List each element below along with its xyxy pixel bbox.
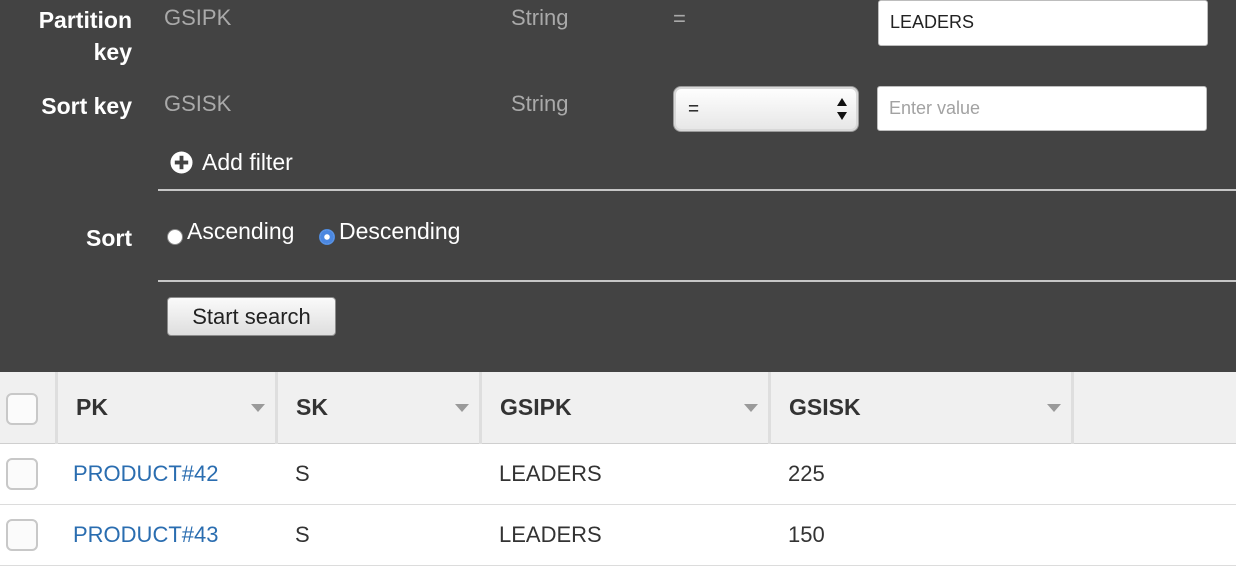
table-row: PRODUCT#42 S LEADERS 225 [0, 444, 1236, 505]
pk-link[interactable]: PRODUCT#43 [73, 521, 218, 549]
sort-ascending-radio[interactable] [167, 228, 183, 245]
sort-key-operator-value: = [688, 99, 700, 120]
sort-key-label: Sort key [41, 93, 132, 119]
partition-key-type: String [511, 5, 569, 30]
sort-key-value-input[interactable]: Enter value [877, 86, 1207, 131]
sort-descending-label: Descending [339, 218, 461, 244]
partition-key-value-input[interactable]: LEADERS [878, 0, 1208, 46]
sort-ascending-option[interactable]: Ascending [167, 218, 294, 245]
partition-key-attribute: GSIPK [164, 5, 232, 30]
row-checkbox[interactable] [6, 519, 38, 551]
sort-ascending-label: Ascending [187, 218, 295, 244]
column-header-gsisk[interactable]: GSISK [771, 372, 1074, 444]
add-filter-label: Add filter [202, 148, 293, 175]
partition-key-operator: = [673, 6, 686, 31]
table-row: PRODUCT#43 S LEADERS 150 [0, 505, 1236, 566]
gsisk-cell: 225 [788, 461, 825, 486]
caret-down-icon[interactable] [1047, 404, 1061, 412]
sort-key-type: String [511, 91, 569, 116]
column-header-pk[interactable]: PK [58, 372, 278, 444]
gsisk-cell: 150 [788, 522, 825, 547]
start-search-button[interactable]: Start search [167, 297, 336, 336]
select-all-column [0, 372, 58, 444]
caret-down-icon[interactable] [455, 404, 469, 412]
column-header-label: GSISK [789, 394, 861, 420]
column-header-sk[interactable]: SK [278, 372, 482, 444]
sort-descending-option[interactable]: Descending [319, 218, 460, 245]
sort-descending-radio[interactable] [319, 228, 335, 245]
sk-cell: S [295, 522, 310, 547]
plus-circle-icon [170, 150, 193, 174]
caret-down-icon[interactable] [251, 404, 265, 412]
sort-key-attribute: GSISK [164, 91, 232, 116]
pk-link[interactable]: PRODUCT#42 [73, 460, 218, 488]
column-header-label: PK [76, 394, 108, 420]
add-filter-button[interactable]: Add filter [170, 146, 293, 178]
divider [158, 189, 1236, 191]
divider [158, 280, 1236, 282]
row-checkbox[interactable] [6, 458, 38, 490]
column-header-label: SK [296, 394, 328, 420]
up-down-chevron-icon [837, 98, 847, 120]
results-table-header: PK SK GSIPK GSISK [0, 372, 1236, 444]
caret-down-icon[interactable] [744, 404, 758, 412]
gsipk-cell: LEADERS [499, 522, 602, 547]
column-header-gsipk[interactable]: GSIPK [482, 372, 771, 444]
query-panel: Partition key GSIPK String = LEADERS Sor… [0, 0, 1236, 372]
select-all-checkbox[interactable] [6, 393, 38, 425]
sk-cell: S [295, 461, 310, 486]
gsipk-cell: LEADERS [499, 461, 602, 486]
sort-key-operator-select[interactable]: = [673, 86, 859, 132]
column-header-label: GSIPK [500, 394, 572, 420]
sort-label: Sort [86, 225, 132, 251]
partition-key-label: Partition key [38, 7, 132, 65]
